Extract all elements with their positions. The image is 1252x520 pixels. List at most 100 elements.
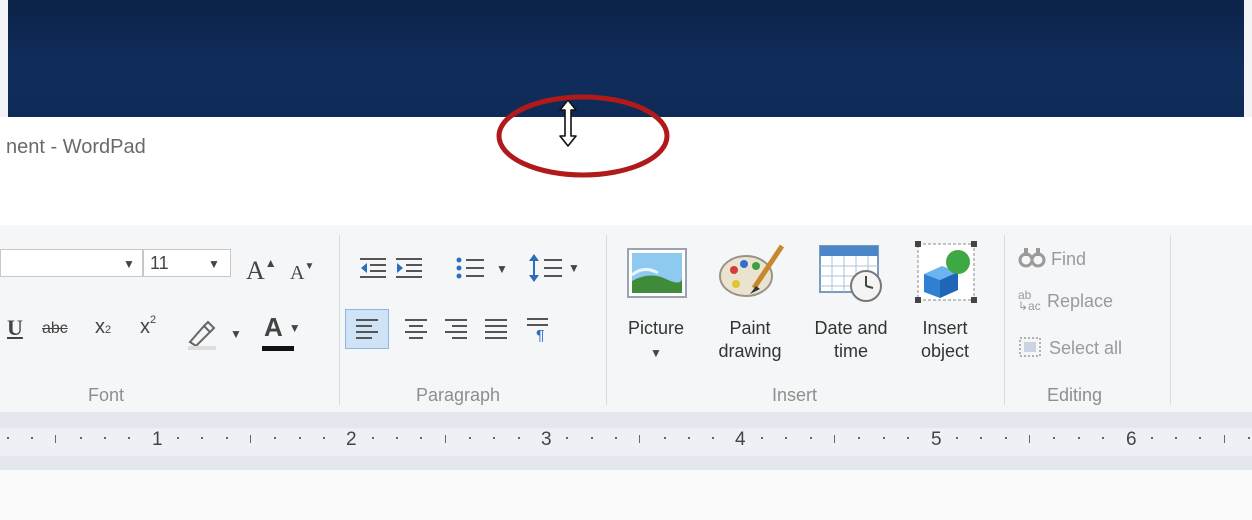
ruler-number: 1: [152, 429, 163, 450]
font-size-value: 11: [150, 253, 169, 273]
ruler-tick: [1029, 435, 1030, 443]
binoculars-icon: [1018, 248, 1046, 268]
shrink-font-button[interactable]: A▼: [290, 261, 314, 285]
date-time-icon[interactable]: [818, 242, 886, 304]
ruler-dot: [664, 437, 666, 439]
divider: [1170, 235, 1171, 405]
chevron-down-icon[interactable]: ▼: [208, 257, 220, 271]
date-time-label[interactable]: Date and time: [802, 317, 900, 363]
ruler-dot: [323, 437, 325, 439]
ruler-dot: [1102, 437, 1104, 439]
ruler-tick: [1224, 435, 1225, 443]
ruler-number: 2: [346, 429, 357, 450]
picture-icon[interactable]: [626, 245, 688, 301]
paragraph-group-label: Paragraph: [416, 385, 501, 405]
ruler-dot: [1248, 437, 1250, 439]
insert-group-label: Insert: [772, 385, 818, 405]
ruler-dot: [299, 437, 301, 439]
subscript-button[interactable]: x2: [95, 316, 111, 339]
ruler-dot: [980, 437, 982, 439]
font-size-combo[interactable]: 11 ▼: [143, 249, 231, 277]
editing-group-label: Editing: [1047, 385, 1103, 405]
align-left-icon: [356, 319, 378, 339]
ruler-dot: [201, 437, 203, 439]
ruler-number: 3: [541, 429, 552, 450]
align-right-icon[interactable]: [444, 318, 468, 340]
ruler-tick: [834, 435, 835, 443]
grow-font-button[interactable]: A▲: [246, 256, 277, 286]
paint-drawing-icon[interactable]: [716, 240, 786, 304]
ruler-dot: [761, 437, 763, 439]
picture-label[interactable]: Picture: [620, 317, 692, 340]
insert-object-label[interactable]: Insert object: [900, 317, 990, 363]
increase-indent-icon[interactable]: [396, 258, 422, 278]
find-button[interactable]: Find: [1018, 246, 1086, 270]
window-title: nent - WordPad: [6, 136, 146, 158]
ruler-number: 6: [1126, 429, 1137, 450]
replace-icon: ab ↳ac: [1018, 288, 1041, 313]
ruler-dot: [518, 437, 520, 439]
text-color-swatch: [262, 346, 294, 351]
ruler-dot: [7, 437, 9, 439]
ruler-dot: [785, 437, 787, 439]
paragraph-icon[interactable]: ¶: [526, 316, 556, 342]
svg-text:▼: ▼: [568, 261, 580, 275]
ruler-dot: [688, 437, 690, 439]
ruler-dot: [493, 437, 495, 439]
ruler-tick: [639, 435, 640, 443]
ruler-dot: [226, 437, 228, 439]
ruler-dot: [372, 437, 374, 439]
ruler-strip: [0, 428, 1252, 456]
select-all-button[interactable]: Select all: [1018, 336, 1122, 359]
chevron-down-icon[interactable]: ▼: [650, 346, 662, 360]
bullets-icon[interactable]: ▼: [454, 255, 514, 283]
highlighter-icon[interactable]: ▼: [186, 316, 248, 352]
ruler-dot: [615, 437, 617, 439]
align-center-icon[interactable]: [404, 318, 428, 340]
select-all-label: Select all: [1049, 338, 1123, 358]
ruler-dot: [883, 437, 885, 439]
ruler-dot: [1199, 437, 1201, 439]
font-family-combo[interactable]: ▼: [0, 249, 143, 277]
ruler-dot: [274, 437, 276, 439]
svg-text:¶: ¶: [536, 328, 545, 342]
insert-object-icon[interactable]: [914, 240, 978, 304]
ruler-number: 4: [735, 429, 746, 450]
paint-drawing-label[interactable]: Paint drawing: [700, 317, 800, 363]
divider: [339, 235, 340, 405]
divider: [606, 235, 607, 405]
ruler-tick: [445, 435, 446, 443]
align-left-button[interactable]: [345, 309, 389, 349]
ruler-dot: [1053, 437, 1055, 439]
highlight-ellipse: [496, 94, 670, 178]
ruler-dot: [858, 437, 860, 439]
replace-button[interactable]: ab ↳ac Replace: [1018, 288, 1113, 313]
ruler-dot: [80, 437, 82, 439]
strikethrough-button[interactable]: abc: [42, 320, 68, 338]
line-spacing-icon[interactable]: ▼: [528, 252, 584, 284]
svg-text:▼: ▼: [496, 262, 508, 276]
chevron-down-icon[interactable]: ▼: [123, 257, 135, 271]
ruler-dot: [810, 437, 812, 439]
ruler-dot: [712, 437, 714, 439]
font-group-label: Font: [88, 385, 125, 405]
superscript-button[interactable]: x2: [140, 314, 156, 339]
ruler-dot: [1175, 437, 1177, 439]
text-color-button[interactable]: A ▼: [264, 312, 301, 343]
underline-button[interactable]: U: [7, 315, 23, 341]
ruler-dot: [591, 437, 593, 439]
ruler-dot: [1078, 437, 1080, 439]
ruler-dot: [907, 437, 909, 439]
ruler-dot: [469, 437, 471, 439]
ruler-tick: [55, 435, 56, 443]
ruler-dot: [177, 437, 179, 439]
ruler-dot: [1151, 437, 1153, 439]
document-area[interactable]: [0, 470, 1252, 520]
divider: [1004, 235, 1005, 405]
decrease-indent-icon[interactable]: [360, 258, 386, 278]
ruler-dot: [566, 437, 568, 439]
justify-icon[interactable]: [484, 318, 508, 340]
ruler-dot: [420, 437, 422, 439]
ruler-tick: [250, 435, 251, 443]
find-label: Find: [1051, 249, 1087, 269]
